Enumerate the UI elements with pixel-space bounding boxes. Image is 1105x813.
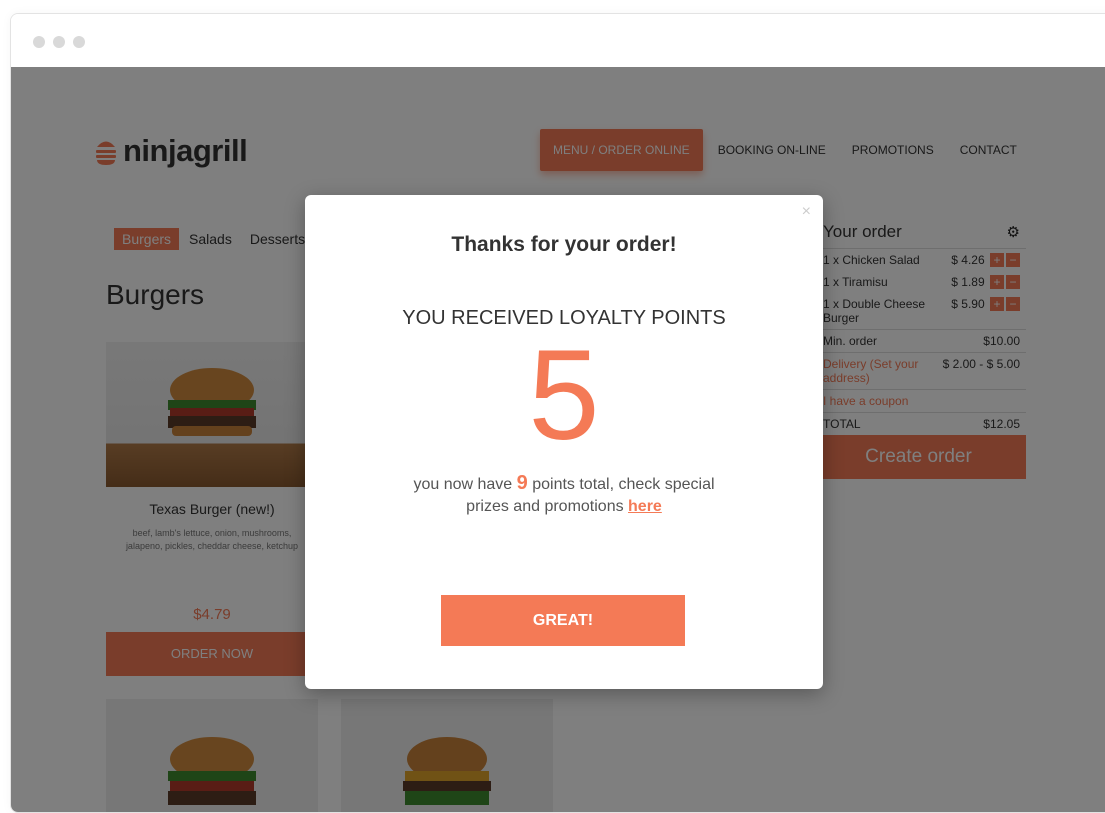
loyalty-modal: × Thanks for your order! YOU RECEIVED LO… xyxy=(305,195,823,689)
total-points-value: 9 xyxy=(516,472,528,494)
modal-message: you now have 9 points total, check speci… xyxy=(394,472,734,518)
promotions-link[interactable]: here xyxy=(628,498,662,515)
window-dot xyxy=(53,36,65,48)
modal-title: Thanks for your order! xyxy=(451,233,677,256)
close-icon[interactable]: × xyxy=(802,203,811,221)
message-text: you now have xyxy=(413,476,517,493)
window-dot xyxy=(33,36,45,48)
window-dot xyxy=(73,36,85,48)
loyalty-points-value: 5 xyxy=(528,324,600,467)
browser-window: ninjagrill MENU / ORDER ONLINE BOOKING O… xyxy=(10,13,1105,813)
page-viewport: ninjagrill MENU / ORDER ONLINE BOOKING O… xyxy=(11,67,1105,812)
great-button[interactable]: GREAT! xyxy=(441,595,685,646)
browser-titlebar xyxy=(11,14,1105,67)
